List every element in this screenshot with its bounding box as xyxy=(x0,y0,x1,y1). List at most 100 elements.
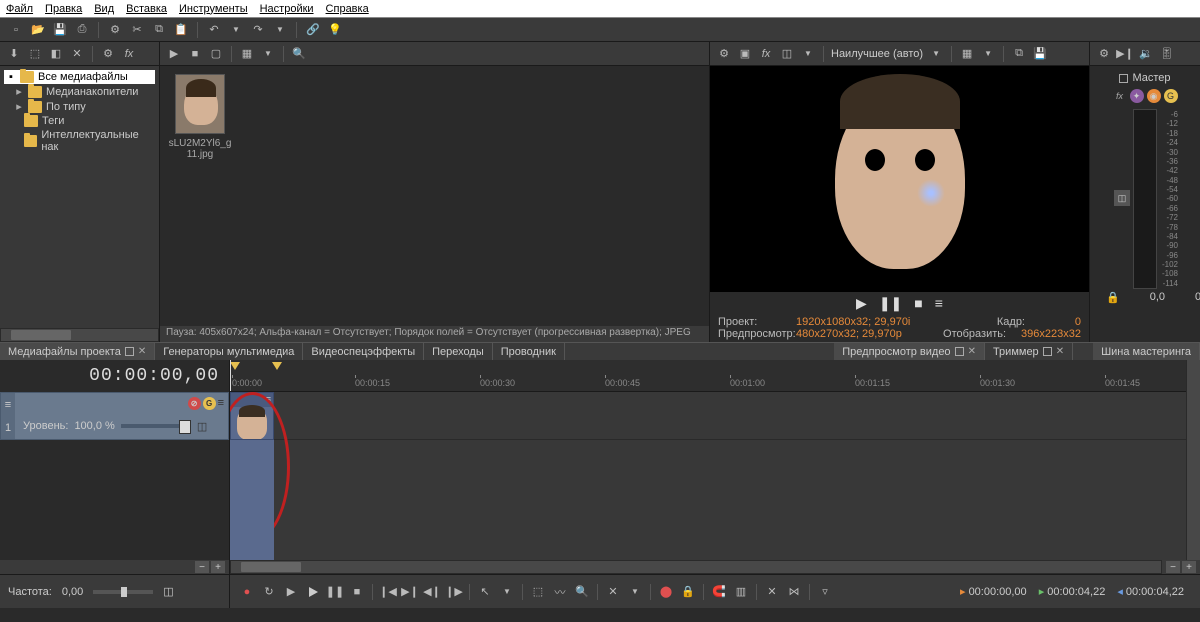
menu-file[interactable]: Файл xyxy=(6,3,33,15)
save-icon[interactable]: 💾 xyxy=(52,22,68,38)
master-fx2-icon[interactable]: ◉ xyxy=(1147,89,1161,103)
envelope-tool-icon[interactable]: 〰 xyxy=(551,584,569,600)
tab-close-icon[interactable]: ✕ xyxy=(968,346,976,357)
tab-close-icon[interactable]: ✕ xyxy=(138,346,146,357)
views-dropdown-icon[interactable]: ▼ xyxy=(260,46,276,62)
rate-slider[interactable] xyxy=(93,590,153,594)
track-menu-icon[interactable]: ≡ xyxy=(218,397,224,409)
auto-crossfade-icon[interactable]: ⋈ xyxy=(785,584,803,600)
paste-icon[interactable]: 📋 xyxy=(173,22,189,38)
media-fx-icon[interactable]: fx xyxy=(121,46,137,62)
master-fx1-icon[interactable]: ✦ xyxy=(1130,89,1144,103)
preview-split-icon[interactable]: ◫ xyxy=(779,46,795,62)
media-get-icon[interactable]: ◧ xyxy=(48,46,64,62)
video-clip[interactable]: ≡ xyxy=(230,392,274,440)
menu-insert[interactable]: Вставка xyxy=(126,3,167,15)
preview-menu-icon[interactable]: ≡ xyxy=(935,295,943,311)
media-props-icon[interactable]: ⚙ xyxy=(100,46,116,62)
copy-frame-icon[interactable]: ⧉ xyxy=(1011,46,1027,62)
search-icon[interactable]: 🔍 xyxy=(291,46,307,62)
quantize-icon[interactable]: ▥ xyxy=(732,584,750,600)
zoom-out-v-icon[interactable]: − xyxy=(195,561,209,573)
track-menu-icon[interactable]: ≡ xyxy=(5,399,11,411)
zoom-in-h-icon[interactable]: + xyxy=(1182,561,1196,573)
preview-quality-label[interactable]: Наилучшее (авто) xyxy=(831,48,923,60)
preview-split-dropdown-icon[interactable]: ▼ xyxy=(800,46,816,62)
menu-view[interactable]: Вид xyxy=(94,3,114,15)
stop-icon[interactable]: ■ xyxy=(187,46,203,62)
tab-generators[interactable]: Генераторы мультимедиа xyxy=(155,343,303,360)
play-start-icon[interactable]: ▶ xyxy=(282,584,300,600)
go-start-icon[interactable]: ❙◀ xyxy=(379,584,397,600)
tab-dock-icon[interactable] xyxy=(1043,347,1052,356)
zoom-tool-icon[interactable]: 🔍 xyxy=(573,584,591,600)
ripple-dropdown-icon[interactable]: ▼ xyxy=(626,584,644,600)
expand-icon[interactable]: ▸ xyxy=(14,85,24,98)
redo-icon[interactable]: ↷ xyxy=(250,22,266,38)
master-start-icon[interactable]: ▶❙ xyxy=(1117,46,1133,62)
tab-preview[interactable]: Предпросмотр видео ✕ xyxy=(834,343,985,360)
tab-close-icon[interactable]: ✕ xyxy=(1056,346,1064,357)
track-mode-icon[interactable]: ◫ xyxy=(197,420,207,433)
timeline-h-scrollbar[interactable] xyxy=(230,560,1162,574)
next-frame-icon[interactable]: ❙▶ xyxy=(445,584,463,600)
snap-icon[interactable]: 🔗 xyxy=(305,22,321,38)
views-icon[interactable]: ▦ xyxy=(239,46,255,62)
properties-icon[interactable]: ⚙ xyxy=(107,22,123,38)
zoom-in-v-icon[interactable]: + xyxy=(211,561,225,573)
redo-dropdown-icon[interactable]: ▼ xyxy=(272,22,288,38)
undo-dropdown-icon[interactable]: ▼ xyxy=(228,22,244,38)
auto-ripple-icon[interactable]: ⬤ xyxy=(657,584,675,600)
undo-icon[interactable]: ↶ xyxy=(206,22,222,38)
loop-end-marker[interactable] xyxy=(272,362,282,370)
master-meter[interactable]: ◫ -6-12-18 -24-30-36 -42-48-54 -60-66-72… xyxy=(1133,109,1157,289)
quality-dropdown-icon[interactable]: ▼ xyxy=(928,46,944,62)
tool-dropdown-icon[interactable]: ▼ xyxy=(498,584,516,600)
track-motion-icon[interactable]: G xyxy=(203,397,216,410)
edit-tool-icon[interactable]: ↖ xyxy=(476,584,494,600)
overlay-dropdown-icon[interactable]: ▼ xyxy=(980,46,996,62)
stop-icon[interactable]: ■ xyxy=(348,584,366,600)
media-thumbnail[interactable]: sLU2M2Yl6_g11.jpg xyxy=(168,74,232,318)
collapse-icon[interactable]: ▪ xyxy=(6,71,16,83)
master-expand-icon[interactable] xyxy=(1119,74,1128,83)
timeline-ruler[interactable]: 0:00:00 00:00:15 00:00:30 00:00:45 00:01… xyxy=(230,360,1186,392)
media-remove-icon[interactable]: ✕ xyxy=(69,46,85,62)
menu-edit[interactable]: Правка xyxy=(45,3,82,15)
pause-icon[interactable]: ❚❚ xyxy=(326,584,344,600)
record-icon[interactable]: ● xyxy=(238,584,256,600)
loop-icon[interactable]: ↻ xyxy=(260,584,278,600)
media-import-icon[interactable]: ⬇ xyxy=(6,46,22,62)
master-props-icon[interactable]: ⚙ xyxy=(1096,46,1112,62)
timeline-tracks[interactable]: 0:00:00 00:00:15 00:00:30 00:00:45 00:01… xyxy=(230,360,1186,560)
tab-project-media[interactable]: Медиафайлы проекта ✕ xyxy=(0,343,155,360)
render-icon[interactable]: ⎙ xyxy=(74,22,90,38)
play-icon[interactable]: ▶ xyxy=(166,46,182,62)
clip-menu-icon[interactable]: ≡ xyxy=(266,394,271,406)
play-icon[interactable] xyxy=(304,584,322,600)
tree-bytype[interactable]: ▸ По типу xyxy=(4,99,155,114)
preview-play-icon[interactable]: ▶ xyxy=(856,295,867,312)
zoom-out-h-icon[interactable]: − xyxy=(1166,561,1180,573)
tab-master-bus[interactable]: Шина мастеринга xyxy=(1093,343,1200,360)
marker-icon[interactable]: ▿ xyxy=(816,584,834,600)
preview-fx-icon[interactable]: fx xyxy=(758,46,774,62)
save-frame-icon[interactable]: 💾 xyxy=(1032,46,1048,62)
tree-drives[interactable]: ▸ Медианакопители xyxy=(4,84,155,99)
loop-start-marker[interactable] xyxy=(230,362,240,370)
track-header-1[interactable]: ≡ 1 ⊘ G ≡ Уровень: 100,0 % ◫ xyxy=(0,392,229,440)
lock-env-icon[interactable]: 🔒 xyxy=(679,584,697,600)
timecode-display[interactable]: 00:00:00,00 xyxy=(0,360,229,392)
snap-toggle-icon[interactable]: 🧲 xyxy=(710,584,728,600)
preview-stop-icon[interactable]: ■ xyxy=(914,295,922,311)
tab-transitions[interactable]: Переходы xyxy=(424,343,493,360)
meter-mode-icon[interactable]: ◫ xyxy=(1114,190,1130,206)
open-icon[interactable]: 📂 xyxy=(30,22,46,38)
timeline-v-scrollbar[interactable] xyxy=(1186,360,1200,560)
ripple-icon[interactable]: ✕ xyxy=(604,584,622,600)
media-capture-icon[interactable]: ⬚ xyxy=(27,46,43,62)
playhead[interactable] xyxy=(230,360,231,391)
master-dim-icon[interactable]: 🔉 xyxy=(1138,46,1154,62)
tab-trimmer[interactable]: Триммер ✕ xyxy=(985,343,1073,360)
prev-frame-icon[interactable]: ◀❙ xyxy=(423,584,441,600)
